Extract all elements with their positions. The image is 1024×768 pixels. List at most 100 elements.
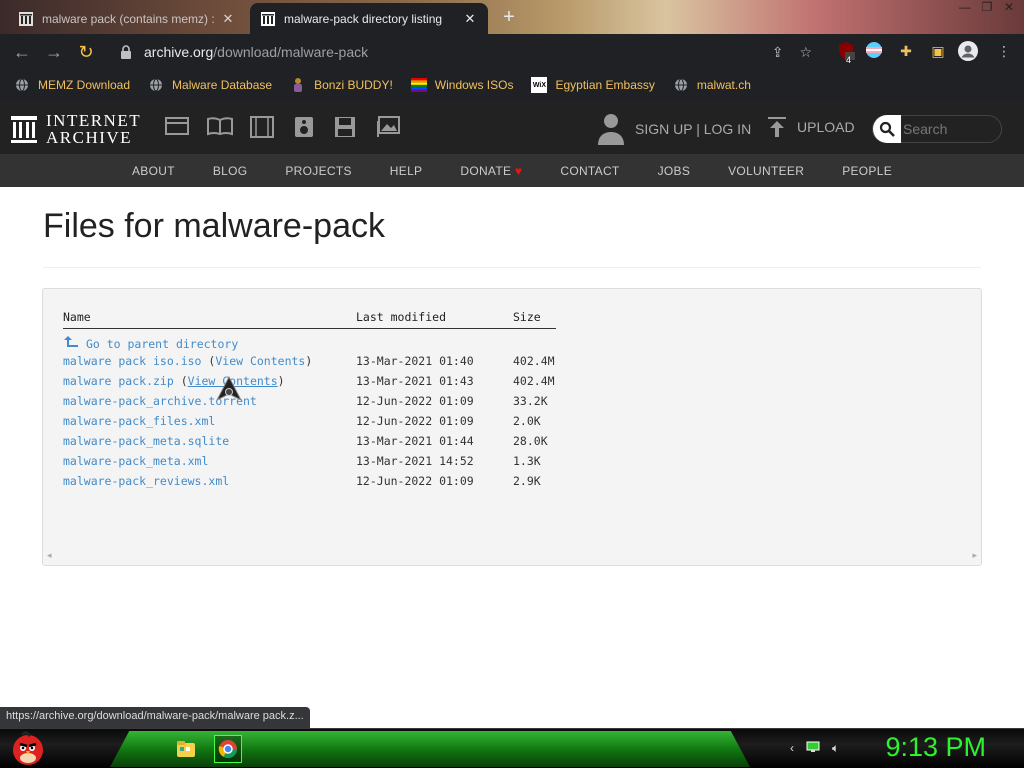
bookmark-label: MEMZ Download bbox=[38, 78, 131, 92]
nav-donate[interactable]: DONATE ♥ bbox=[460, 164, 522, 178]
upload-link[interactable]: UPLOAD bbox=[767, 116, 855, 138]
scroll-left-arrow-icon[interactable]: ◂ bbox=[47, 550, 52, 561]
file-size: 28.0K bbox=[513, 434, 548, 448]
directory-listing[interactable]: Name Last modified Size Go to parent dir… bbox=[42, 288, 982, 566]
file-size: 2.9K bbox=[513, 474, 541, 488]
view-contents-paren-open: ( bbox=[173, 374, 188, 388]
column-last-modified[interactable]: Last modified bbox=[356, 306, 513, 329]
file-explorer-icon[interactable] bbox=[172, 735, 200, 763]
logo-line2: ARCHIVE bbox=[46, 128, 133, 147]
ia-logo[interactable]: INTERNET ARCHIVE bbox=[10, 112, 141, 146]
close-tab-icon[interactable]: ✕ bbox=[462, 11, 478, 27]
bookmark-malwatch[interactable]: malwat.ch bbox=[673, 77, 751, 93]
archive-building-icon bbox=[11, 116, 37, 143]
network-icon[interactable] bbox=[806, 741, 820, 756]
file-size: 33.2K bbox=[513, 394, 548, 408]
tab-title: malware pack (contains memz) : bbox=[42, 11, 215, 26]
file-link[interactable]: malware-pack_files.xml bbox=[63, 414, 215, 428]
page-title: Files for malware-pack bbox=[43, 207, 385, 245]
video-icon[interactable] bbox=[250, 116, 274, 138]
nav-about[interactable]: ABOUT bbox=[132, 164, 175, 178]
upload-icon bbox=[768, 117, 786, 137]
sidepanel-icon[interactable]: ▣ bbox=[928, 41, 948, 61]
window-controls: — ❐ ✕ bbox=[954, 0, 1020, 16]
sign-up-label: SIGN UP | LOG IN bbox=[635, 121, 752, 137]
tab-directory-listing[interactable]: malware-pack directory listing ✕ bbox=[250, 3, 488, 34]
table-row: malware-pack_reviews.xml 12-Jun-2022 01:… bbox=[63, 471, 556, 491]
share-icon[interactable]: ⇪ bbox=[772, 44, 784, 61]
view-contents-paren-close: ) bbox=[305, 354, 313, 368]
search-icon[interactable] bbox=[873, 115, 901, 143]
texts-icon[interactable] bbox=[207, 116, 233, 138]
bookmark-egyptian-embassy[interactable]: WiX Egyptian Embassy bbox=[531, 77, 655, 93]
file-size: 1.3K bbox=[513, 454, 541, 468]
volume-icon[interactable]: 🔈︎ bbox=[832, 741, 839, 756]
audio-icon[interactable] bbox=[293, 116, 317, 138]
taskbar-glow bbox=[110, 731, 750, 767]
bookmark-star-icon[interactable]: ☆ bbox=[799, 44, 812, 61]
file-link[interactable]: malware pack.zip bbox=[63, 374, 174, 388]
reload-icon[interactable]: ↻ bbox=[70, 42, 102, 63]
file-link[interactable]: malware-pack_meta.sqlite bbox=[63, 434, 229, 448]
main-content: Files for malware-pack Name Last modifie… bbox=[0, 187, 1024, 707]
bookmark-malware-database[interactable]: Malware Database bbox=[148, 77, 272, 93]
nav-jobs[interactable]: JOBS bbox=[658, 164, 691, 178]
archive-icon bbox=[260, 11, 276, 27]
bookmark-memz-download[interactable]: MEMZ Download bbox=[14, 77, 130, 93]
search-input[interactable] bbox=[901, 121, 997, 137]
ublock-extension-icon[interactable]: 4 bbox=[836, 41, 856, 65]
software-icon[interactable] bbox=[334, 116, 358, 138]
column-size[interactable]: Size bbox=[513, 306, 556, 329]
table-row: malware-pack_archive.torrent 12-Jun-2022… bbox=[63, 391, 556, 411]
nav-people[interactable]: PEOPLE bbox=[842, 164, 892, 178]
chrome-taskbar-icon[interactable] bbox=[214, 735, 242, 763]
bookmark-windows-isos[interactable]: Windows ISOs bbox=[410, 77, 514, 93]
table-row: malware-pack_meta.xml 13-Mar-2021 14:52 … bbox=[63, 451, 556, 471]
maximize-icon[interactable]: ❐ bbox=[976, 0, 998, 16]
bookmark-bonzi-buddy[interactable]: Bonzi BUDDY! bbox=[290, 77, 393, 93]
parent-directory-link[interactable]: Go to parent directory bbox=[63, 336, 238, 351]
nav-volunteer[interactable]: VOLUNTEER bbox=[728, 164, 804, 178]
start-button-angry-bird-icon[interactable] bbox=[8, 728, 48, 768]
close-tab-icon[interactable]: ✕ bbox=[220, 11, 236, 27]
file-link[interactable]: malware-pack_meta.xml bbox=[63, 454, 208, 468]
close-window-icon[interactable]: ✕ bbox=[998, 0, 1020, 16]
scroll-right-arrow-icon[interactable]: ▸ bbox=[972, 550, 977, 561]
file-link[interactable]: malware-pack_reviews.xml bbox=[63, 474, 229, 488]
tray-chevron-icon[interactable]: ‹ bbox=[790, 741, 794, 756]
profile-avatar-icon[interactable] bbox=[958, 41, 978, 61]
back-arrow-icon[interactable]: ← bbox=[6, 42, 38, 63]
url-path: /download/malware-pack bbox=[213, 44, 369, 60]
nav-contact[interactable]: CONTACT bbox=[560, 164, 619, 178]
wix-icon: WiX bbox=[531, 77, 548, 93]
mouse-cursor-icon bbox=[215, 375, 243, 402]
windows-icon bbox=[410, 77, 427, 93]
new-tab-button[interactable]: + bbox=[498, 6, 520, 28]
tab-malware-pack-memz[interactable]: malware pack (contains memz) : ✕ bbox=[8, 3, 246, 34]
table-header-row: Name Last modified Size bbox=[63, 306, 556, 329]
address-bar[interactable]: archive.org/download/malware-pack ⇪ ☆ bbox=[108, 38, 828, 66]
bookmark-label: Malware Database bbox=[172, 78, 273, 92]
nav-help[interactable]: HELP bbox=[390, 164, 423, 178]
menu-kebab-icon[interactable]: ⋮ bbox=[994, 41, 1014, 61]
screen: { "browser": { "tabs": [ {"title": "malw… bbox=[0, 0, 1024, 768]
nav-blog[interactable]: BLOG bbox=[213, 164, 248, 178]
view-contents-link[interactable]: View Contents bbox=[215, 354, 305, 368]
logo-line1: INTERNET bbox=[46, 111, 142, 130]
minimize-icon[interactable]: — bbox=[954, 0, 976, 16]
nav-projects[interactable]: PROJECTS bbox=[285, 164, 351, 178]
table-row: malware pack.zip (View Contents) 13-Mar-… bbox=[63, 371, 556, 391]
bookmark-label: Windows ISOs bbox=[434, 78, 514, 92]
taskbar: ‹ 🔈︎ 9:13 PM bbox=[0, 728, 1024, 768]
images-icon[interactable] bbox=[376, 116, 400, 138]
bookmarks-bar: MEMZ Download Malware Database Bonzi BUD… bbox=[0, 70, 1024, 100]
taskbar-clock[interactable]: 9:13 PM bbox=[885, 732, 986, 763]
forward-arrow-icon[interactable]: → bbox=[38, 42, 70, 63]
file-link[interactable]: malware pack iso.iso bbox=[63, 354, 201, 368]
column-name[interactable]: Name bbox=[63, 306, 356, 329]
pride-extension-icon[interactable] bbox=[864, 41, 884, 61]
extensions-puzzle-icon[interactable]: ✚ bbox=[896, 41, 916, 61]
web-icon[interactable] bbox=[165, 116, 189, 138]
extension-badge: 4 bbox=[846, 55, 852, 65]
sign-up-login-link[interactable]: SIGN UP | LOG IN bbox=[596, 112, 751, 146]
